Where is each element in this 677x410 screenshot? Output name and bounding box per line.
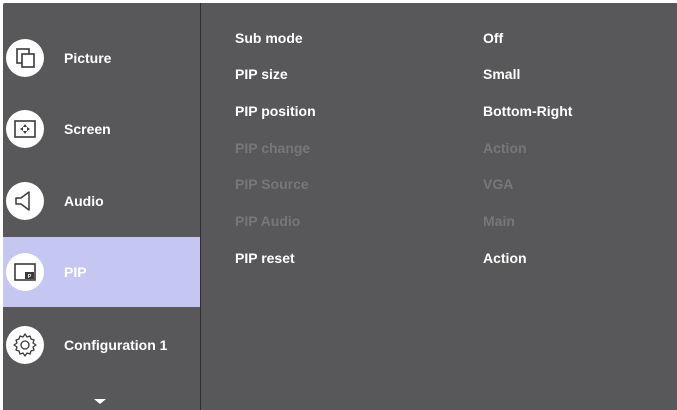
sidebar-item-label: Screen [64, 121, 111, 137]
setting-label: PIP position [235, 103, 316, 119]
setting-value: Action [483, 140, 527, 156]
sidebar-item-label: Audio [64, 193, 104, 209]
setting-row-pip-change: PIP change Action [235, 140, 527, 160]
setting-row-pip-audio: PIP Audio Main [235, 213, 515, 233]
setting-row-pip-size[interactable]: PIP size Small [235, 66, 520, 86]
screen-icon [6, 110, 44, 148]
setting-label: Sub mode [235, 30, 303, 46]
sidebar-item-screen[interactable]: Screen [3, 94, 200, 164]
setting-row-pip-position[interactable]: PIP position Bottom-Right [235, 103, 572, 123]
setting-value: Bottom-Right [483, 103, 573, 119]
setting-label: PIP change [235, 140, 311, 156]
sidebar-item-label: Picture [64, 50, 112, 66]
picture-icon [6, 39, 44, 77]
setting-label: PIP Audio [235, 213, 301, 229]
configuration-icon [6, 326, 44, 364]
osd-menu: Picture Screen Audio P PIP Configuration… [3, 3, 677, 410]
setting-value: VGA [483, 176, 514, 192]
setting-row-pip-source: PIP Source VGA [235, 176, 513, 196]
setting-label: PIP reset [235, 250, 295, 266]
setting-value: Small [483, 66, 521, 82]
setting-value: Main [483, 213, 515, 229]
setting-label: PIP size [235, 66, 288, 82]
pip-icon: P [6, 253, 44, 291]
setting-value: Off [483, 30, 504, 46]
sidebar-item-audio[interactable]: Audio [3, 166, 200, 236]
sidebar: Picture Screen Audio P PIP Configuration… [3, 3, 200, 410]
sidebar-item-label: Configuration 1 [64, 337, 168, 353]
audio-icon [6, 182, 44, 220]
setting-row-sub-mode[interactable]: Sub mode Off [235, 30, 503, 50]
setting-row-pip-reset[interactable]: PIP reset Action [235, 250, 527, 270]
setting-value: Action [483, 250, 527, 266]
panel-divider [200, 3, 201, 410]
sidebar-item-pip[interactable]: P PIP [3, 237, 200, 307]
setting-label: PIP Source [235, 176, 309, 192]
sidebar-item-label: PIP [64, 264, 87, 280]
sidebar-item-picture[interactable]: Picture [3, 23, 200, 93]
chevron-down-icon[interactable] [94, 399, 106, 404]
sidebar-item-configuration-1[interactable]: Configuration 1 [3, 310, 200, 380]
